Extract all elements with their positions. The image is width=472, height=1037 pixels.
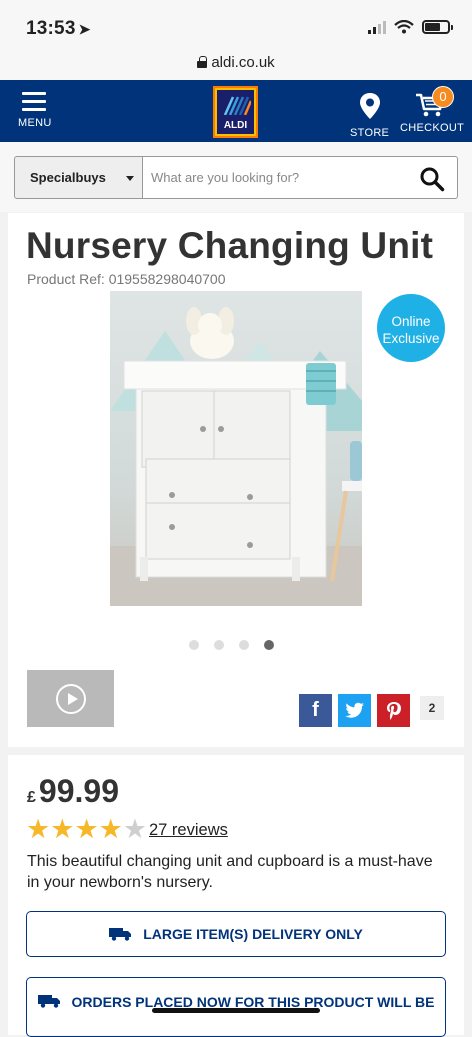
share-count: 2 xyxy=(420,696,444,720)
signal-icon xyxy=(368,20,386,34)
menu-label: MENU xyxy=(18,117,52,129)
product-title: Nursery Changing Unit xyxy=(26,225,434,266)
logo-stripes-icon xyxy=(223,96,251,115)
status-time: 13:53 ➤ xyxy=(26,18,91,40)
search-icon[interactable] xyxy=(419,166,445,192)
category-select[interactable]: Specialbuys xyxy=(14,156,143,199)
site-header: MENU ALDI STORE 0 CHECKOUT xyxy=(0,80,472,142)
carousel-dots xyxy=(189,640,274,650)
menu-button[interactable]: MENU xyxy=(18,92,52,129)
home-indicator[interactable] xyxy=(152,1008,320,1013)
twitter-share-button[interactable] xyxy=(338,694,371,727)
wifi-icon xyxy=(394,20,414,34)
star-filled-icon: ★ xyxy=(98,814,123,844)
carousel-dot[interactable] xyxy=(239,640,249,650)
play-icon xyxy=(55,683,86,714)
truck-icon xyxy=(109,928,132,941)
search-input[interactable] xyxy=(143,157,403,198)
pinterest-share-button[interactable] xyxy=(377,694,410,727)
price: £ 99.99 xyxy=(27,773,119,810)
star-empty-icon: ★ xyxy=(122,814,148,844)
star-filled-icon: ★ xyxy=(74,814,99,844)
pinterest-icon xyxy=(386,701,401,720)
url-text: aldi.co.uk xyxy=(211,53,275,71)
product-card: Nursery Changing Unit Product Ref: 01955… xyxy=(8,213,464,747)
online-exclusive-badge: Online Exclusive xyxy=(377,294,445,362)
category-label: Specialbuys xyxy=(30,170,106,185)
orders-banner: ORDERS PLACED NOW FOR THIS PRODUCT WILL … xyxy=(26,977,446,1037)
search-box xyxy=(143,156,458,199)
facebook-icon: f xyxy=(312,699,319,721)
facebook-share-button[interactable]: f xyxy=(299,694,332,727)
product-ref: Product Ref: 019558298040700 xyxy=(27,271,226,287)
status-bar: 13:53 ➤ xyxy=(0,0,472,44)
store-button[interactable]: STORE xyxy=(350,92,389,139)
video-thumbnail[interactable] xyxy=(27,670,114,727)
truck-icon xyxy=(37,995,60,1008)
checkout-button[interactable]: 0 CHECKOUT xyxy=(400,86,465,134)
checkout-label: CHECKOUT xyxy=(400,122,465,134)
price-card: £ 99.99 ★ ★ ★ ★ ★ 27 reviews This beautiful … xyxy=(8,755,464,1037)
star-rating: ★ ★ ★ ★ ★ xyxy=(26,815,147,843)
chevron-down-icon xyxy=(126,176,134,181)
location-arrow-icon: ➤ xyxy=(78,21,91,37)
location-pin-icon xyxy=(359,93,380,119)
delivery-banner: LARGE ITEM(S) DELIVERY ONLY xyxy=(26,911,446,957)
reviews-link[interactable]: 27 reviews xyxy=(149,821,228,840)
delivery-banner-text: LARGE ITEM(S) DELIVERY ONLY xyxy=(143,926,363,942)
carousel-dot-active[interactable] xyxy=(264,640,274,650)
twitter-icon xyxy=(344,702,364,718)
changing-unit-illustration xyxy=(110,307,362,606)
lock-icon xyxy=(197,56,208,68)
hamburger-icon xyxy=(22,92,46,111)
carousel-dot[interactable] xyxy=(189,640,199,650)
star-filled-icon: ★ xyxy=(50,814,75,844)
price-currency: £ xyxy=(27,789,36,806)
clock-label: 13:53 xyxy=(26,18,76,39)
logo-text: ALDI xyxy=(223,120,248,131)
badge-line-2: Exclusive xyxy=(382,331,440,346)
search-row: Specialbuys xyxy=(0,142,472,212)
status-icons xyxy=(368,20,453,34)
carousel-dot[interactable] xyxy=(214,640,224,650)
star-filled-icon: ★ xyxy=(26,814,51,844)
url-bar[interactable]: aldi.co.uk xyxy=(0,44,472,80)
price-value: 99.99 xyxy=(38,773,119,809)
badge-line-1: Online xyxy=(391,314,431,329)
battery-icon xyxy=(422,20,453,34)
product-image[interactable] xyxy=(110,291,362,606)
store-label: STORE xyxy=(350,127,390,139)
cart-count-badge: 0 xyxy=(432,86,454,108)
aldi-logo[interactable]: ALDI xyxy=(213,86,258,138)
product-description: This beautiful changing unit and cupboar… xyxy=(27,853,433,891)
